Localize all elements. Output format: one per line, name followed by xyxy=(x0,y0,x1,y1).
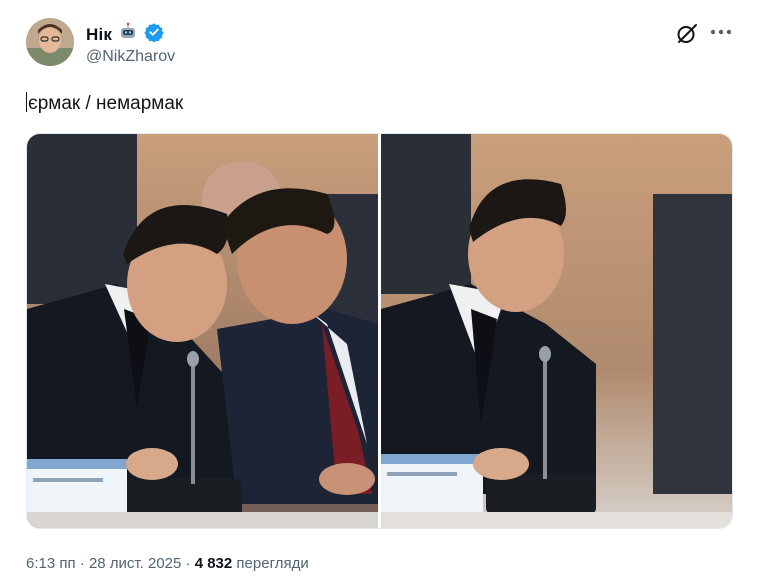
tweet-text-content: єрмак / немармак xyxy=(28,93,184,114)
meta-separator: · xyxy=(181,555,195,572)
avatar-photo-icon xyxy=(26,18,74,66)
author-display-name[interactable]: Нік xyxy=(86,25,112,45)
photo-one-man-at-table-icon xyxy=(381,134,732,528)
text-cursor xyxy=(26,92,27,112)
author-name-row[interactable]: Нік xyxy=(86,22,164,47)
media-photo-1[interactable] xyxy=(27,134,378,528)
author-handle[interactable]: @NikZharov xyxy=(86,48,175,66)
views-label: перегляди xyxy=(236,555,309,572)
avatar[interactable] xyxy=(26,18,74,66)
verified-badge-icon xyxy=(144,22,164,47)
tweet-text: єрмак / немармак xyxy=(26,92,183,116)
photo-two-men-at-table-icon xyxy=(27,134,378,528)
tweet-time[interactable]: 6:13 пп xyxy=(26,555,76,572)
grok-icon[interactable] xyxy=(675,22,699,46)
more-icon[interactable] xyxy=(708,20,734,44)
media-photo-2[interactable] xyxy=(381,134,732,528)
tweet-meta: 6:13 пп · 28 лист. 2025 · 4 832 перегляд… xyxy=(26,555,309,572)
robot-emoji-icon xyxy=(118,22,138,47)
views-count: 4 832 xyxy=(194,555,233,572)
meta-separator: · xyxy=(75,555,89,572)
tweet-date[interactable]: 28 лист. 2025 xyxy=(89,555,181,572)
media-grid xyxy=(26,133,733,529)
